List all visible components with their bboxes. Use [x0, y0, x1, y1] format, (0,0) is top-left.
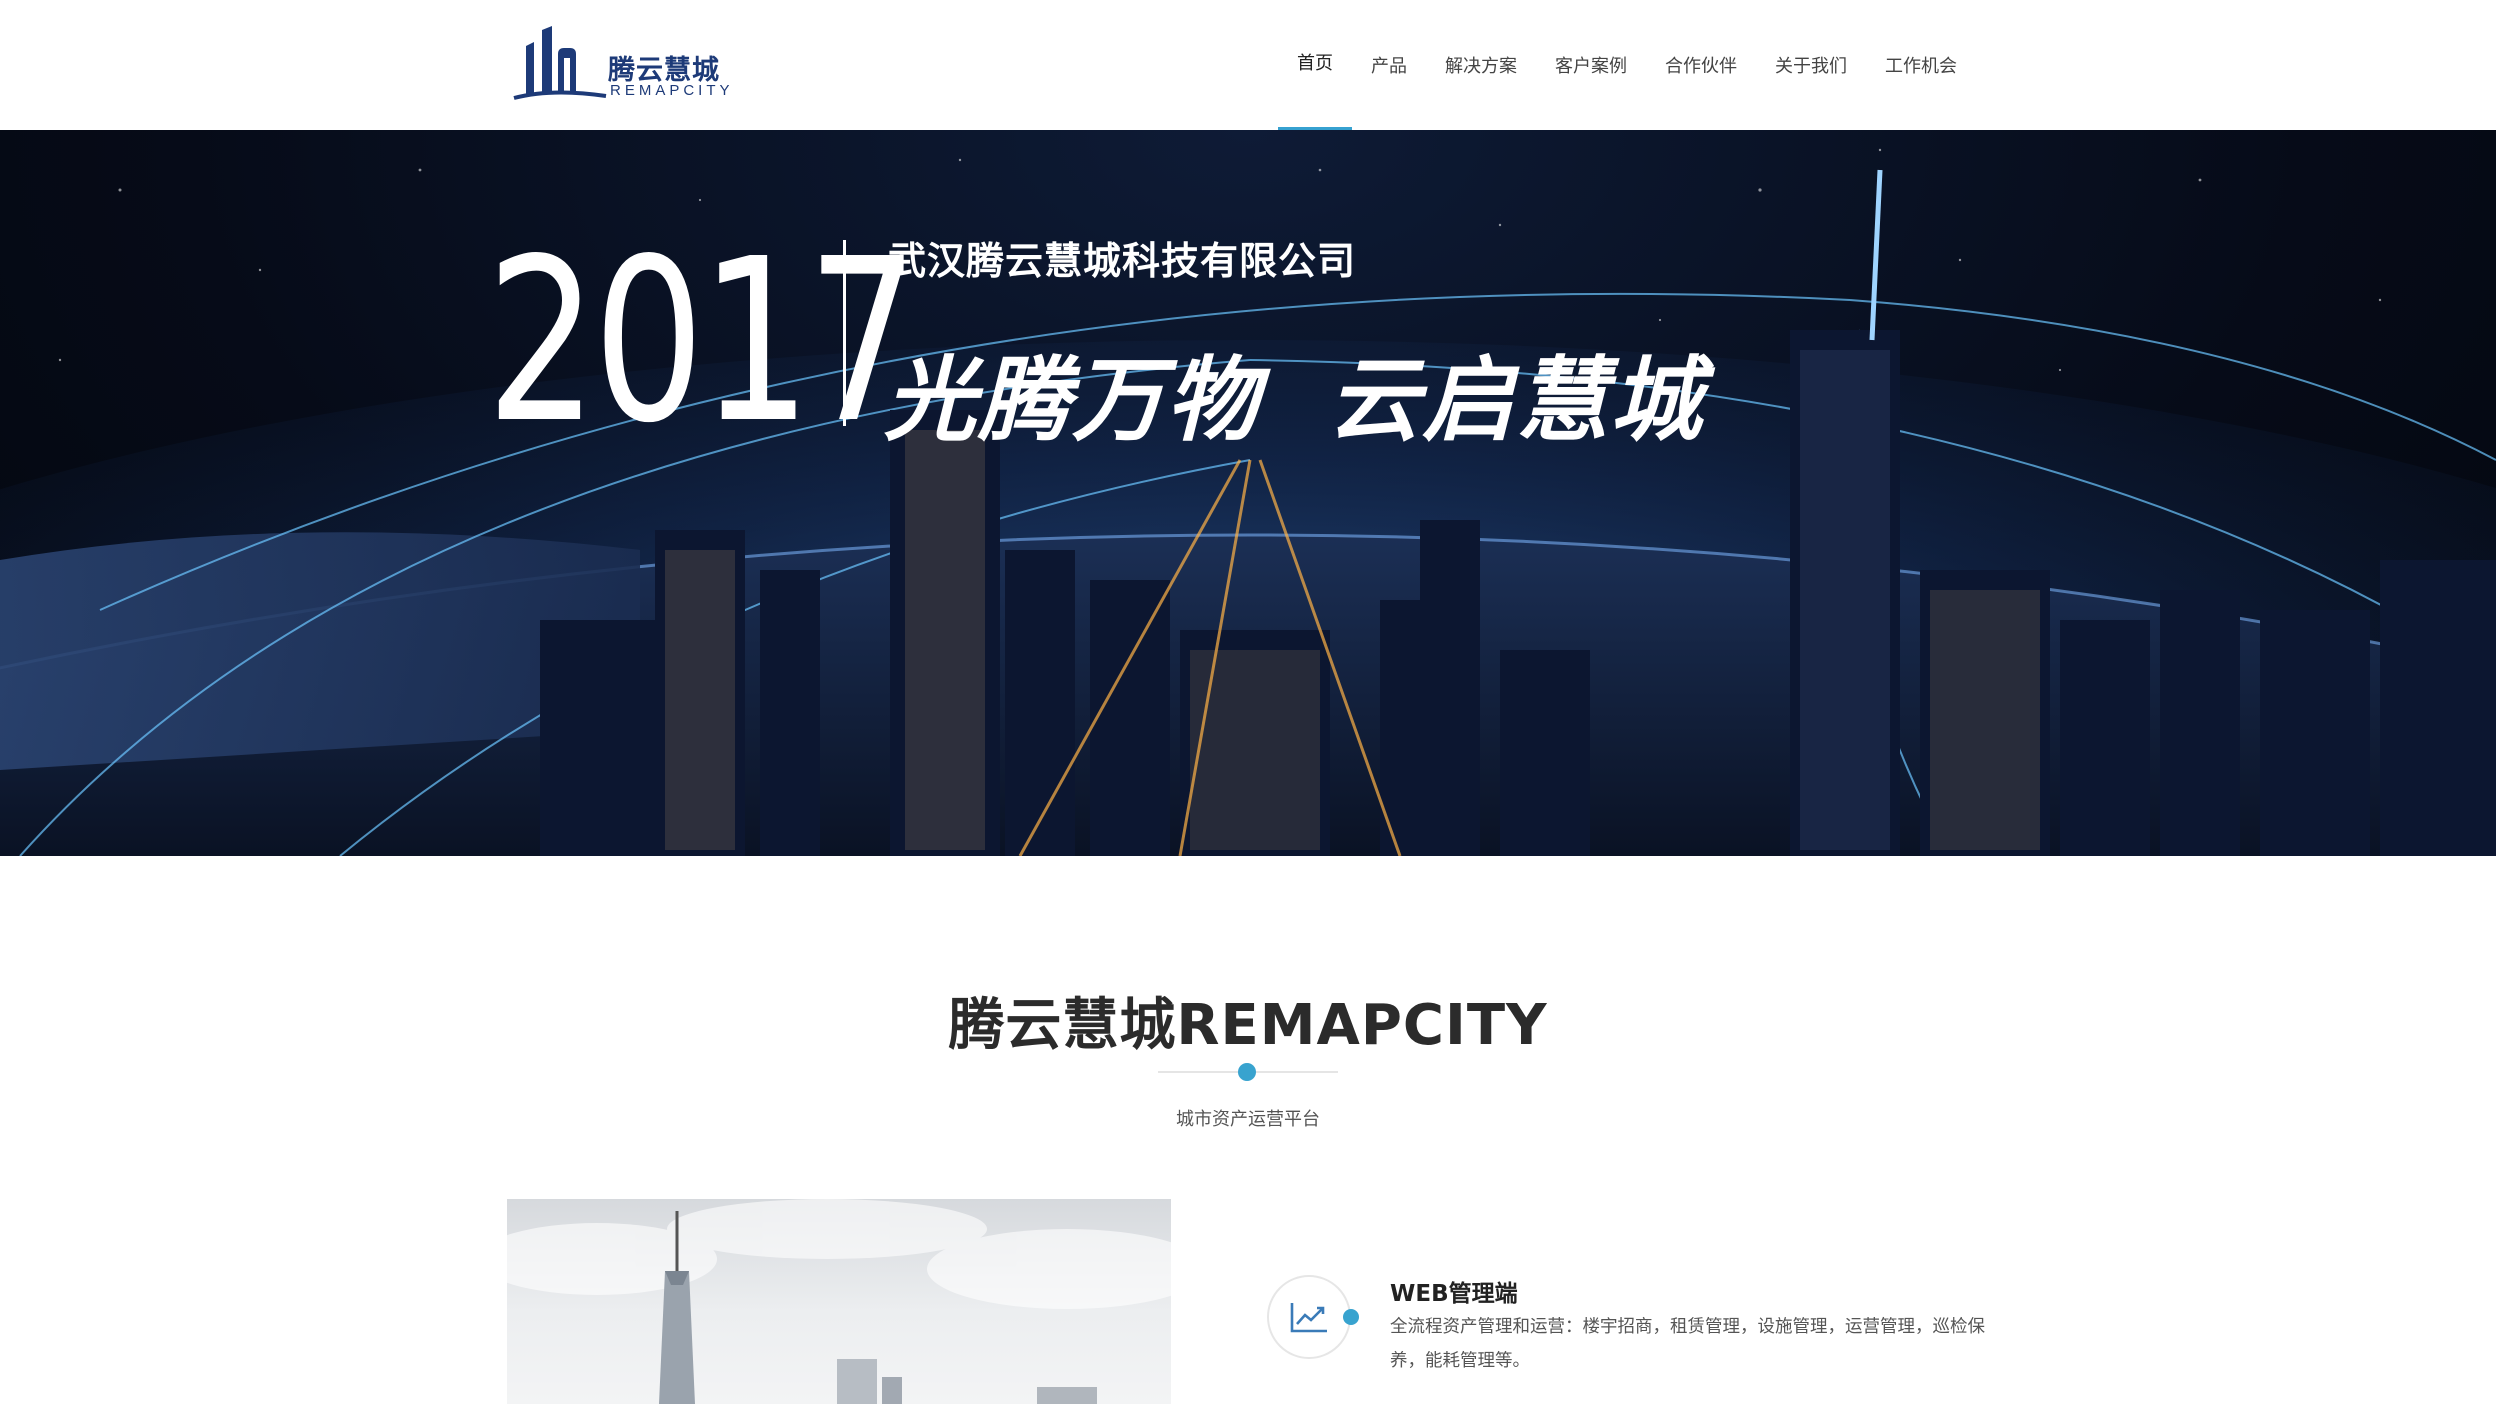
section-title: 腾云慧城REMAPCITY	[948, 993, 1548, 1058]
hero-company-name: 武汉腾云慧城科技有限公司	[888, 239, 1357, 283]
feature-title: WEB管理端	[1390, 1281, 1518, 1307]
section-divider-dot	[1238, 1063, 1256, 1081]
main-nav: 首页 产品 解决方案 客户案例 合作伙伴 关于我们 工作机会	[1278, 0, 1976, 130]
feature-description: 全流程资产管理和运营：楼宇招商，租赁管理，设施管理，运营管理，巡检保养，能耗管理…	[1390, 1317, 1985, 1371]
nav-item-products[interactable]: 产品	[1352, 0, 1426, 130]
site-header: 腾云慧城 REMAPCITY 首页 产品 解决方案 客户案例 合作伙伴 关于我们…	[0, 0, 2496, 130]
feature-accent-dot	[1343, 1309, 1359, 1325]
trend-chart-icon	[1290, 1303, 1327, 1333]
nav-item-cases[interactable]: 客户案例	[1536, 0, 1646, 130]
city-logo-icon	[513, 26, 607, 100]
nav-item-about[interactable]: 关于我们	[1756, 0, 1866, 130]
feature-icon-circle	[1267, 1275, 1351, 1359]
hero-year: 2017	[486, 211, 919, 473]
nav-item-home[interactable]: 首页	[1278, 0, 1352, 130]
hero-slogan: 光腾万物 云启慧城	[884, 347, 1705, 454]
nav-item-careers[interactable]: 工作机会	[1866, 0, 1976, 130]
nav-item-solutions[interactable]: 解决方案	[1426, 0, 1536, 130]
hero-banner[interactable]: 2017 武汉腾云慧城科技有限公司 光腾万物 云启慧城	[0, 130, 2496, 856]
site-logo[interactable]: 腾云慧城 REMAPCITY	[512, 26, 730, 102]
feature-image	[507, 1199, 1171, 1404]
hero-divider	[843, 240, 846, 426]
logo-subtext: REMAPCITY	[610, 82, 734, 99]
nav-item-partners[interactable]: 合作伙伴	[1646, 0, 1756, 130]
skyline-photo	[507, 1199, 1171, 1404]
section-subtitle: 城市资产运营平台	[1176, 1109, 1320, 1130]
